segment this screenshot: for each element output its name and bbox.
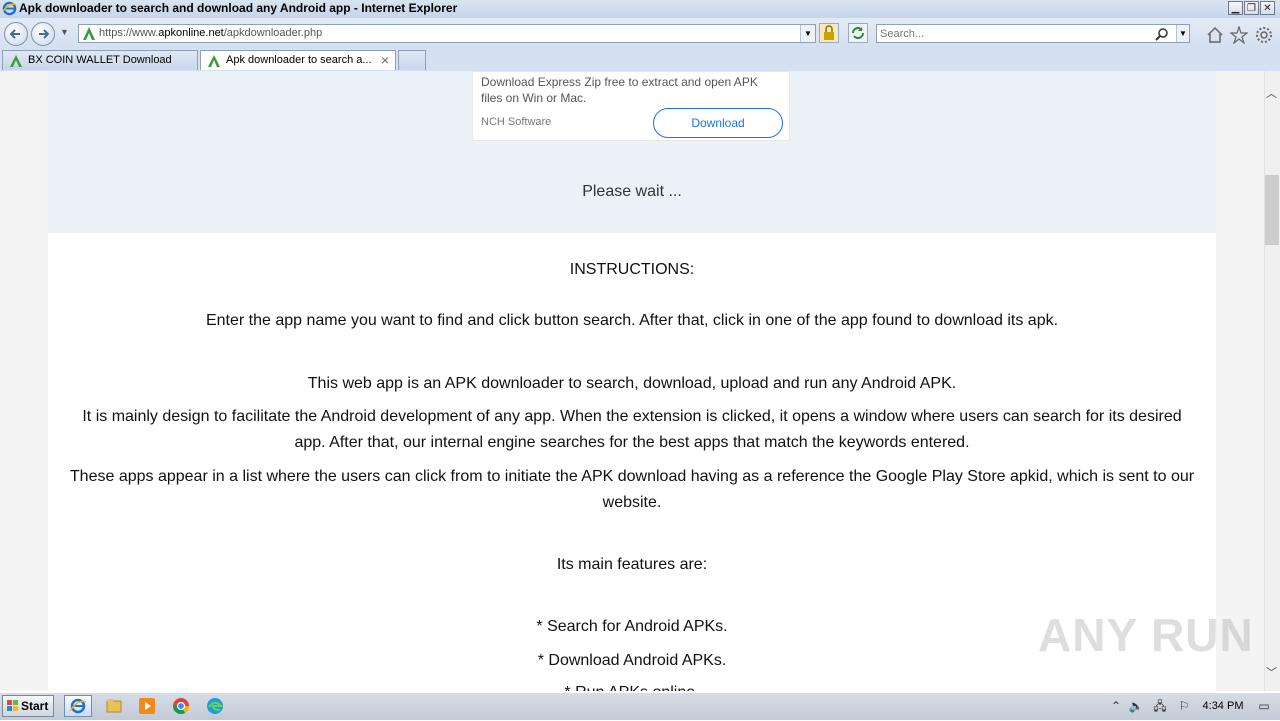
description-paragraph: It is mainly design to facilitate the An… bbox=[82, 408, 1182, 451]
refresh-icon[interactable] bbox=[848, 23, 868, 43]
features-heading: Its main features are: bbox=[556, 556, 708, 573]
ad-description: Download Express Zip free to extract and… bbox=[481, 75, 758, 105]
site-favicon-icon bbox=[83, 27, 95, 40]
back-button[interactable] bbox=[4, 22, 28, 46]
loading-status: Please wait ... bbox=[582, 183, 682, 200]
favorites-star-icon[interactable] bbox=[1230, 26, 1248, 44]
tab-label: Apk downloader to search a... bbox=[226, 54, 372, 66]
ad-brand: NCH Software bbox=[481, 116, 552, 128]
history-dropdown-icon[interactable]: ▼ bbox=[60, 27, 69, 37]
address-bar[interactable]: https://www.apkonline.net/apkdownloader.… bbox=[78, 24, 816, 43]
internet-explorer-icon bbox=[2, 1, 17, 16]
feature-item: * Run APKs online. bbox=[48, 680, 1216, 691]
volume-icon[interactable]: 🔈 bbox=[1128, 698, 1144, 714]
description-paragraph: These apps appear in a list where the us… bbox=[69, 468, 1195, 511]
taskbar-file-explorer-icon[interactable] bbox=[100, 695, 128, 717]
instructions-heading: INSTRUCTIONS: bbox=[569, 261, 695, 278]
close-window-button[interactable]: ✕ bbox=[1260, 1, 1275, 15]
network-icon[interactable]: 🖧 bbox=[1152, 698, 1168, 714]
tab-bx-coin-wallet[interactable]: BX COIN WALLET Download bbox=[2, 50, 198, 70]
home-icon[interactable] bbox=[1206, 26, 1224, 44]
start-button[interactable]: Start bbox=[2, 695, 54, 717]
page-viewport: Download Express Zip free to extract and… bbox=[0, 71, 1264, 691]
tab-favicon-icon bbox=[10, 55, 22, 67]
show-desktop-icon[interactable]: ▭ bbox=[1256, 698, 1272, 714]
url-domain: apkonline.net bbox=[158, 27, 224, 39]
action-center-flag-icon[interactable]: ⚐ bbox=[1176, 698, 1192, 714]
ad-download-button[interactable]: Download bbox=[653, 108, 783, 138]
taskbar-edge-icon[interactable] bbox=[201, 695, 229, 717]
window-title: Apk downloader to search and download an… bbox=[19, 1, 458, 15]
tray-expand-icon[interactable]: ⌃ bbox=[1108, 698, 1124, 714]
minimize-button[interactable]: ▁ bbox=[1228, 1, 1243, 15]
tab-apk-downloader[interactable]: Apk downloader to search a... × bbox=[200, 50, 396, 70]
scroll-down-icon[interactable]: ﹀ bbox=[1266, 664, 1277, 680]
start-label: Start bbox=[21, 699, 49, 713]
vertical-scrollbar[interactable] bbox=[1264, 71, 1280, 691]
url-prefix: https://www. bbox=[99, 27, 159, 39]
back-arrow-icon bbox=[10, 29, 20, 39]
address-url[interactable]: https://www.apkonline.net/apkdownloader.… bbox=[99, 27, 322, 39]
advertisement[interactable]: Download Express Zip free to extract and… bbox=[472, 71, 790, 141]
anyrun-watermark: ANY RUN bbox=[1038, 609, 1254, 661]
taskbar-chrome-icon[interactable] bbox=[167, 695, 195, 717]
security-lock-icon[interactable] bbox=[819, 23, 839, 43]
search-input[interactable] bbox=[880, 26, 1150, 41]
url-path: /apkdownloader.php bbox=[223, 27, 323, 39]
system-clock[interactable]: 4:34 PM bbox=[1200, 700, 1246, 712]
windows-flag-icon bbox=[7, 700, 18, 711]
forward-arrow-icon bbox=[39, 29, 49, 39]
scroll-thumb[interactable] bbox=[1265, 175, 1279, 245]
taskbar-media-player-icon[interactable] bbox=[133, 695, 161, 717]
instructions-paragraph: Enter the app name you want to find and … bbox=[205, 312, 1059, 329]
tab-label: BX COIN WALLET Download bbox=[28, 54, 172, 66]
scroll-up-icon[interactable]: ︿ bbox=[1266, 85, 1277, 101]
restore-button[interactable]: ❐ bbox=[1244, 1, 1259, 15]
new-tab-button[interactable] bbox=[398, 50, 426, 70]
taskbar-internet-explorer-icon[interactable] bbox=[64, 695, 92, 717]
search-icon[interactable] bbox=[1155, 27, 1169, 41]
address-dropdown-icon[interactable]: ▼ bbox=[800, 25, 815, 42]
description-paragraph: This web app is an APK downloader to sea… bbox=[307, 375, 957, 392]
search-box[interactable]: ▼ bbox=[876, 24, 1190, 43]
forward-button[interactable] bbox=[31, 22, 55, 46]
search-dropdown-icon[interactable]: ▼ bbox=[1176, 25, 1189, 42]
settings-gear-icon[interactable] bbox=[1255, 26, 1273, 44]
tab-favicon-icon bbox=[208, 55, 220, 67]
close-tab-icon[interactable]: × bbox=[381, 52, 389, 68]
